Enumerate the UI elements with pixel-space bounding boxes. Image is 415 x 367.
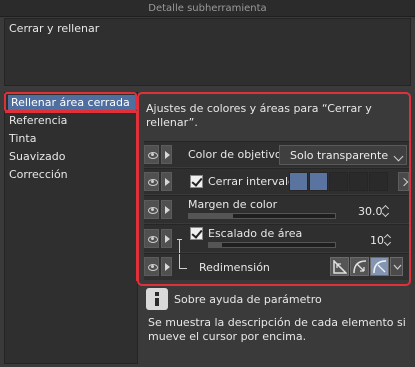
color-margin-value[interactable]: 30.0 xyxy=(358,205,383,218)
category-item-smoothing[interactable]: Suavizado xyxy=(9,149,66,165)
gap-size-swatch-2[interactable] xyxy=(309,172,328,191)
close-gap-row: Cerrar intervalo xyxy=(144,168,409,194)
visibility-eye-icon[interactable] xyxy=(144,145,159,164)
highlight-connector xyxy=(5,111,138,113)
color-margin-label: Margen de color xyxy=(188,198,278,211)
highlight-frame-category xyxy=(4,92,137,112)
spin-arrows-icon[interactable] xyxy=(382,206,389,218)
area-scaling-slider[interactable] xyxy=(208,242,336,248)
area-scaling-slider-fill xyxy=(209,243,222,247)
area-scaling-row: Escalado de área 10 xyxy=(144,224,409,253)
info-icon xyxy=(146,288,168,310)
tree-connector xyxy=(179,254,180,268)
color-margin-slider-fill xyxy=(189,214,233,218)
resize-mode-expand-icon[interactable] xyxy=(330,257,349,276)
target-color-row: Color de objetivo Solo transparente xyxy=(144,141,409,167)
area-scaling-label: Escalado de área xyxy=(208,227,303,240)
expand-arrow-icon[interactable] xyxy=(161,257,172,276)
area-scaling-checkbox[interactable] xyxy=(190,227,203,240)
close-gap-label: Cerrar intervalo xyxy=(208,175,295,188)
panel-description: Ajustes de colores y áreas para “Cerrar … xyxy=(146,102,372,129)
gap-size-swatch-4[interactable] xyxy=(349,172,368,191)
tree-connector xyxy=(179,239,180,253)
tool-name-area: Cerrar y rellenar xyxy=(4,18,411,86)
target-color-dropdown[interactable]: Solo transparente xyxy=(279,145,407,165)
expand-arrow-icon[interactable] xyxy=(161,145,172,164)
tool-name: Cerrar y rellenar xyxy=(9,22,100,35)
help-title: Sobre ayuda de parámetro xyxy=(174,293,322,306)
visibility-eye-icon[interactable] xyxy=(144,229,159,248)
category-item-correction[interactable]: Corrección xyxy=(9,167,68,183)
color-margin-row: Margen de color 30.0 xyxy=(144,195,409,223)
chevron-down-icon[interactable] xyxy=(390,257,403,276)
tree-connector xyxy=(179,268,187,269)
target-color-label: Color de objetivo xyxy=(188,148,282,161)
visibility-eye-icon[interactable] xyxy=(144,172,159,191)
area-scaling-value[interactable]: 10 xyxy=(370,234,384,247)
chevron-down-icon xyxy=(393,151,404,162)
visibility-eye-icon[interactable] xyxy=(144,200,159,219)
settings-panel: Ajustes de colores y áreas para “Cerrar … xyxy=(137,92,411,286)
target-color-value: Solo transparente xyxy=(290,149,389,162)
tree-connector xyxy=(177,239,182,240)
resize-row: Redimensión xyxy=(144,253,409,280)
gap-size-swatch-1[interactable] xyxy=(289,172,308,191)
spin-arrows-icon[interactable] xyxy=(384,235,391,247)
color-margin-slider[interactable] xyxy=(188,213,336,219)
category-list: Rellenar área cerrada Referencia Tinta S… xyxy=(4,92,138,364)
visibility-eye-icon[interactable] xyxy=(144,257,159,276)
close-gap-checkbox[interactable] xyxy=(190,175,203,188)
expand-arrow-icon[interactable] xyxy=(161,200,172,219)
window-title: Detalle subherramienta xyxy=(0,0,415,17)
resize-mode-curve-icon[interactable] xyxy=(370,257,389,276)
help-text: Se muestra la descripción de cada elemen… xyxy=(148,316,406,343)
gap-size-swatch-3[interactable] xyxy=(329,172,348,191)
category-item-reference[interactable]: Referencia xyxy=(9,113,67,129)
expand-arrow-icon[interactable] xyxy=(161,172,172,191)
expand-arrow-icon[interactable] xyxy=(161,229,172,248)
category-item-ink[interactable]: Tinta xyxy=(9,131,36,147)
chevron-right-icon[interactable] xyxy=(398,172,409,191)
resize-mode-contract-icon[interactable] xyxy=(350,257,369,276)
resize-label: Redimensión xyxy=(199,261,270,274)
help-area: Sobre ayuda de parámetro Se muestra la d… xyxy=(142,288,411,364)
gap-size-swatch-5[interactable] xyxy=(369,172,388,191)
